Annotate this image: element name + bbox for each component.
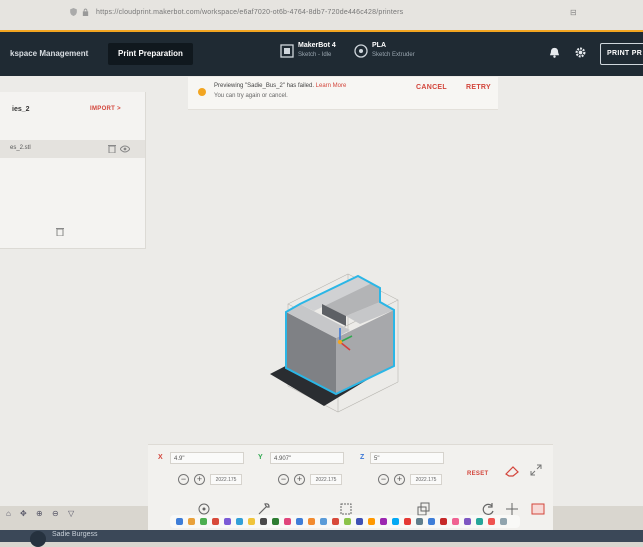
dock-app-icon[interactable]: [404, 518, 411, 525]
dock-app-icon[interactable]: [224, 518, 231, 525]
dock-app-icon[interactable]: [272, 518, 279, 525]
reset-button[interactable]: RESET: [467, 471, 489, 477]
dock-app-icon[interactable]: [392, 518, 399, 525]
dock-app-icon[interactable]: [368, 518, 375, 525]
zoom-in-icon[interactable]: ⊕: [36, 509, 43, 518]
y-decrease-button[interactable]: −: [278, 474, 289, 485]
x-size-input[interactable]: 4.9": [170, 452, 244, 464]
notice-message: Previewing "Sadie_Bus_2" has failed. Lea…: [214, 83, 347, 89]
browser-url-bar: https://cloudprint.makerbot.com/workspac…: [0, 0, 643, 31]
layout-icon[interactable]: [530, 502, 546, 516]
dock-app-icon[interactable]: [260, 518, 267, 525]
rotate-icon[interactable]: [480, 502, 496, 516]
user-name: Sadie Burgess: [52, 531, 98, 538]
avatar[interactable]: [30, 531, 46, 547]
z-size-input[interactable]: 5": [370, 452, 444, 464]
dock-app-icon[interactable]: [320, 518, 327, 525]
delete-icon[interactable]: [108, 144, 116, 153]
printer-name: MakerBot 4: [298, 42, 336, 49]
dock-app-icon[interactable]: [464, 518, 471, 525]
lock-icon: [82, 8, 89, 16]
shield-icon: [70, 8, 77, 16]
dock-app-icon[interactable]: [476, 518, 483, 525]
import-button[interactable]: IMPORT >: [90, 106, 121, 112]
view-controls: ⌂ ✥ ⊕ ⊖ ▽: [0, 505, 140, 525]
project-title: ies_2: [12, 106, 30, 113]
dock-app-icon[interactable]: [380, 518, 387, 525]
z-increase-button[interactable]: +: [394, 474, 405, 485]
app-header: kspace Management Print Preparation Make…: [0, 30, 643, 78]
dock-app-icon[interactable]: [332, 518, 339, 525]
os-dock: [170, 515, 520, 528]
extensions-icon[interactable]: ⊟: [570, 8, 577, 17]
move-icon[interactable]: [504, 502, 520, 516]
bell-icon[interactable]: [549, 47, 560, 58]
dock-app-icon[interactable]: [416, 518, 423, 525]
dock-app-icon[interactable]: [236, 518, 243, 525]
z-decrease-button[interactable]: −: [378, 474, 389, 485]
y-size-input[interactable]: 4.907": [270, 452, 344, 464]
nav-print-preparation[interactable]: Print Preparation: [108, 43, 193, 65]
dock-app-icon[interactable]: [356, 518, 363, 525]
scale-icon[interactable]: [338, 502, 354, 516]
dock-app-icon[interactable]: [452, 518, 459, 525]
material-extruder: Sketch Extruder: [372, 52, 415, 58]
retry-button[interactable]: RETRY: [466, 84, 491, 91]
material-name: PLA: [372, 42, 386, 49]
filter-icon[interactable]: ▽: [68, 509, 74, 518]
z-axis-label: Z: [360, 454, 365, 461]
dock-app-icon[interactable]: [488, 518, 495, 525]
notice-subtext: You can try again or cancel.: [214, 93, 288, 99]
dock-app-icon[interactable]: [212, 518, 219, 525]
warning-dot-icon: [198, 88, 206, 96]
sidebar-panel: ies_2 IMPORT > es_2.stl: [0, 92, 146, 249]
dock-app-icon[interactable]: [308, 518, 315, 525]
dock-app-icon[interactable]: [200, 518, 207, 525]
dock-app-icon[interactable]: [176, 518, 183, 525]
transform-panel: X 4.9" − + 2022.175 Y 4.907" − + 2022.17…: [148, 444, 553, 497]
model-3d-view[interactable]: [240, 266, 410, 422]
dock-app-icon[interactable]: [296, 518, 303, 525]
printer-icon: [280, 44, 294, 58]
wrench-icon[interactable]: [256, 502, 272, 516]
user-bar: Sadie Burgess: [0, 530, 643, 547]
eraser-icon[interactable]: [504, 465, 520, 477]
gear-icon[interactable]: [575, 47, 586, 58]
x-decrease-button[interactable]: −: [178, 474, 189, 485]
x-increase-button[interactable]: +: [194, 474, 205, 485]
copy-icon[interactable]: [416, 502, 432, 516]
nav-workspace-management[interactable]: kspace Management: [10, 49, 88, 58]
dock-app-icon[interactable]: [188, 518, 195, 525]
dock-app-icon[interactable]: [284, 518, 291, 525]
expand-icon[interactable]: [530, 464, 542, 476]
pan-icon[interactable]: ✥: [20, 509, 27, 518]
dock-app-icon[interactable]: [248, 518, 255, 525]
x-mm-field[interactable]: 2022.175: [210, 474, 242, 485]
dock-app-icon[interactable]: [344, 518, 351, 525]
file-list-item[interactable]: es_2.stl: [0, 140, 145, 158]
preview-failed-notice: Previewing "Sadie_Bus_2" has failed. Lea…: [188, 77, 498, 110]
print-button[interactable]: PRINT PR: [600, 43, 643, 65]
target-icon[interactable]: [196, 502, 212, 516]
spool-icon: [354, 44, 368, 58]
dock-app-icon[interactable]: [500, 518, 507, 525]
cancel-button[interactable]: CANCEL: [416, 84, 447, 91]
eye-icon[interactable]: [120, 145, 130, 153]
dock-app-icon[interactable]: [428, 518, 435, 525]
learn-more-link[interactable]: Learn More: [316, 83, 347, 89]
dock-app-icon[interactable]: [440, 518, 447, 525]
url-text[interactable]: https://cloudprint.makerbot.com/workspac…: [96, 9, 403, 16]
printer-status: Sketch - Idle: [298, 52, 332, 58]
home-view-icon[interactable]: ⌂: [6, 509, 11, 518]
trash-icon[interactable]: [56, 227, 64, 236]
file-name: es_2.stl: [10, 145, 31, 151]
x-axis-label: X: [158, 454, 163, 461]
y-increase-button[interactable]: +: [294, 474, 305, 485]
zoom-out-icon[interactable]: ⊖: [52, 509, 59, 518]
z-mm-field[interactable]: 2022.175: [410, 474, 442, 485]
y-mm-field[interactable]: 2022.175: [310, 474, 342, 485]
y-axis-label: Y: [258, 454, 263, 461]
